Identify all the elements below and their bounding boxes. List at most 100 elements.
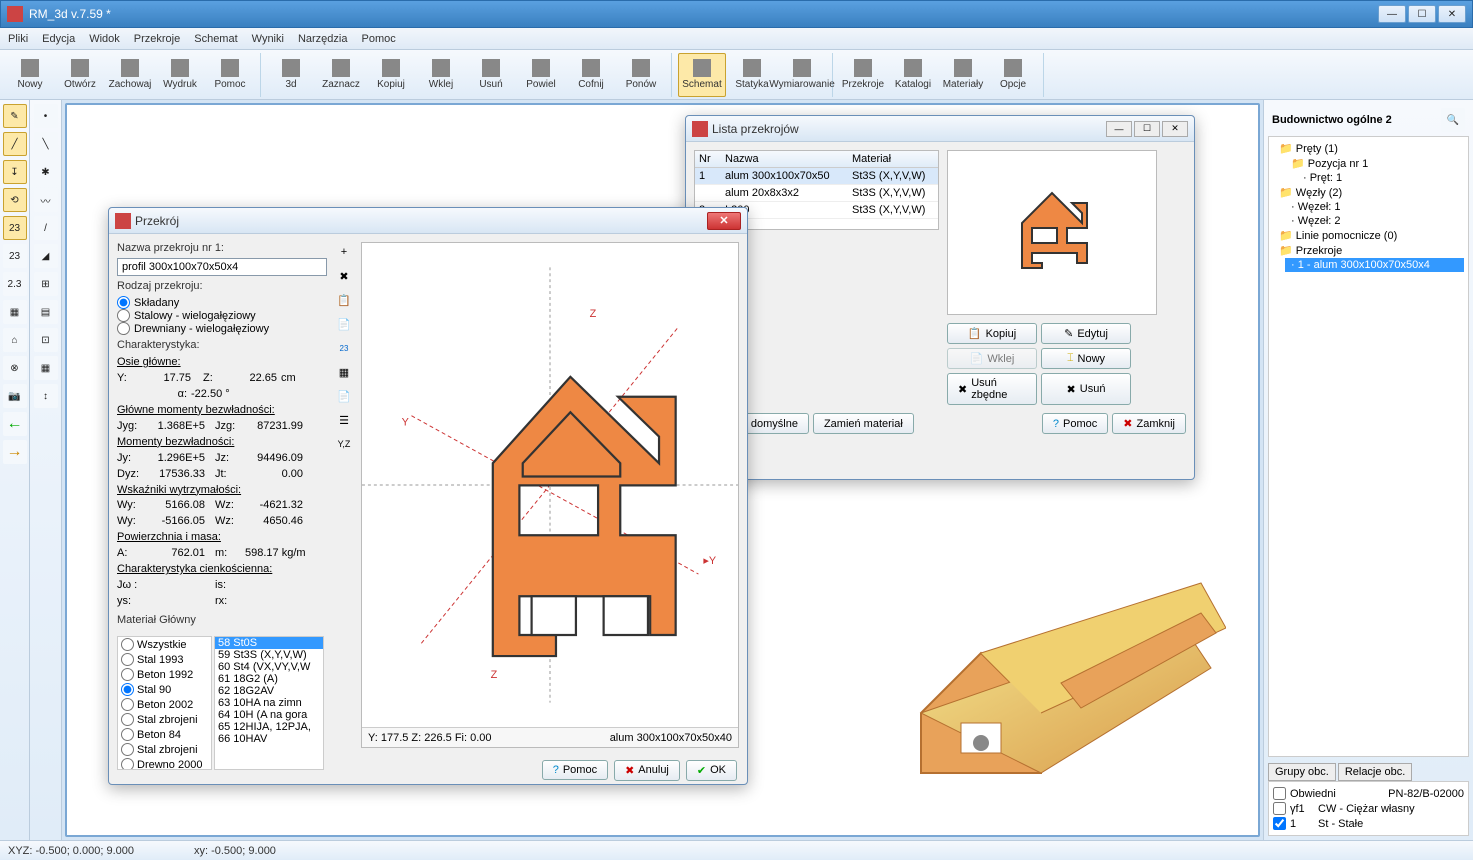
zamknij-button[interactable]: ✖Zamknij	[1112, 413, 1186, 434]
mat-item[interactable]: 61 18G2 (A)	[215, 673, 323, 685]
left2-tool-10[interactable]: ↕	[34, 384, 58, 408]
left2-tool-7[interactable]: ▤	[34, 300, 58, 324]
left2-tool-1[interactable]: ╲	[34, 132, 58, 156]
lista-maximize-button[interactable]: ☐	[1134, 121, 1160, 137]
tree-node[interactable]: · Węzeł: 2	[1285, 214, 1464, 228]
left-tool-7[interactable]: ▦	[3, 300, 27, 324]
mat-item[interactable]: 64 10H (A na gora	[215, 709, 323, 721]
tree-node[interactable]: 📁 Pozycja nr 1	[1285, 156, 1464, 171]
toolbar-cofnij[interactable]: Cofnij	[567, 53, 615, 97]
toolbar-zaznacz[interactable]: Zaznacz	[317, 53, 365, 97]
load-groups-list[interactable]: ObwiedniPN-82/B-02000 γf1CW - Ciężar wła…	[1268, 781, 1469, 836]
load-row[interactable]: γf1CW - Ciężar własny	[1273, 801, 1464, 816]
tab-relacje-obc[interactable]: Relacje obc.	[1338, 763, 1413, 781]
anuluj-button[interactable]: ✖Anuluj	[614, 760, 680, 781]
toolbar-otwórz[interactable]: Otwórz	[56, 53, 104, 97]
tab-grupy-obc[interactable]: Grupy obc.	[1268, 763, 1336, 781]
report-icon[interactable]: 📄	[334, 386, 354, 406]
toolbar-opcje[interactable]: Opcje	[989, 53, 1037, 97]
mat-category[interactable]: Wszystkie	[118, 637, 211, 652]
tree-node[interactable]: · 1 - alum 300x100x70x50x4	[1285, 258, 1464, 272]
menu-przekroje[interactable]: Przekroje	[134, 33, 180, 45]
menu-pliki[interactable]: Pliki	[8, 33, 28, 45]
obwiedni-check[interactable]	[1273, 787, 1286, 800]
tree-node[interactable]: 📁 Linie pomocnicze (0)	[1273, 228, 1464, 243]
toolbar-pomoc[interactable]: Pomoc	[206, 53, 254, 97]
tree-node[interactable]: · Węzeł: 1	[1285, 200, 1464, 214]
section-name-input[interactable]	[117, 258, 327, 276]
rodzaj-option[interactable]: Składany	[117, 296, 327, 309]
toolbar-powiel[interactable]: Powiel	[517, 53, 565, 97]
undo-icon[interactable]: ←	[3, 412, 27, 436]
left-tool-6[interactable]: 2.3	[3, 272, 27, 296]
mat-item[interactable]: 59 St3S (X,Y,V,W)	[215, 649, 323, 661]
usun-zbedne-button[interactable]: ✖Usuń zbędne	[947, 373, 1037, 405]
toolbar-nowy[interactable]: Nowy	[6, 53, 54, 97]
left2-tool-8[interactable]: ⊡	[34, 328, 58, 352]
axis-icon[interactable]: 23	[334, 338, 354, 358]
edytuj-button[interactable]: ✎Edytuj	[1041, 323, 1131, 344]
menu-schemat[interactable]: Schemat	[194, 33, 237, 45]
przekroj-pomoc-button[interactable]: ?Pomoc	[542, 760, 608, 780]
toolbar-kopiuj[interactable]: Kopiuj	[367, 53, 415, 97]
redo-icon[interactable]: →	[3, 440, 27, 464]
toolbar-3d[interactable]: 3d	[267, 53, 315, 97]
left2-tool-2[interactable]: ✱	[34, 160, 58, 184]
structure-tree[interactable]: 📁 Pręty (1)📁 Pozycja nr 1· Pręt: 1📁 Węzł…	[1268, 136, 1469, 757]
delete-icon[interactable]: ✖	[334, 266, 354, 286]
rodzaj-option[interactable]: Stalowy - wielogałęziowy	[117, 309, 327, 322]
left-tool-0[interactable]: ✎	[3, 104, 27, 128]
left2-tool-9[interactable]: ▦	[34, 356, 58, 380]
menu-pomoc[interactable]: Pomoc	[361, 33, 395, 45]
left2-tool-3[interactable]: 〰	[34, 188, 58, 212]
mat-item[interactable]: 60 St4 (VX,VY,V,W	[215, 661, 323, 673]
grid-icon[interactable]: ▦	[334, 362, 354, 382]
mat-category[interactable]: Stal 1993	[118, 652, 211, 667]
kopiuj-button[interactable]: 📋Kopiuj	[947, 323, 1037, 344]
tree-node[interactable]: · Pręt: 1	[1297, 171, 1464, 185]
toolbar-wymiarowanie[interactable]: Wymiarowanie	[778, 53, 826, 97]
left2-tool-6[interactable]: ⊞	[34, 272, 58, 296]
nowy-button[interactable]: ⌶Nowy	[1041, 348, 1131, 369]
left2-tool-4[interactable]: /	[34, 216, 58, 240]
maximize-button[interactable]: ☐	[1408, 5, 1436, 23]
lista-close-button[interactable]: ✕	[1162, 121, 1188, 137]
mat-category[interactable]: Beton 1992	[118, 667, 211, 682]
mat-category[interactable]: Stal zbrojeni	[118, 712, 211, 727]
toolbar-wklej[interactable]: Wklej	[417, 53, 465, 97]
material-list[interactable]: 58 St0S59 St3S (X,Y,V,W)60 St4 (VX,VY,V,…	[214, 636, 324, 770]
mat-category[interactable]: Beton 2002	[118, 697, 211, 712]
mat-category[interactable]: Beton 84	[118, 727, 211, 742]
left-tool-2[interactable]: ↧	[3, 160, 27, 184]
toolbar-wydruk[interactable]: Wydruk	[156, 53, 204, 97]
tree-node[interactable]: 📁 Węzły (2)	[1273, 185, 1464, 200]
mat-item[interactable]: 62 18G2AV	[215, 685, 323, 697]
section-preview[interactable]: Z Y ▸Y Z Y: 177.5 Z: 226.5 Fi: 0.00 alum…	[361, 242, 739, 748]
close-button[interactable]: ✕	[1438, 5, 1466, 23]
menu-wyniki[interactable]: Wyniki	[252, 33, 284, 45]
section-row[interactable]: 1alum 300x100x70x50St3S (X,Y,V,W)	[695, 168, 938, 185]
menu-edycja[interactable]: Edycja	[42, 33, 75, 45]
toolbar-katalogi[interactable]: Katalogi	[889, 53, 937, 97]
mat-item[interactable]: 66 10HAV	[215, 733, 323, 745]
left-tool-4[interactable]: 23	[3, 216, 27, 240]
usun-button[interactable]: ✖Usuń	[1041, 373, 1131, 405]
left-tool-1[interactable]: ╱	[3, 132, 27, 156]
mat-item[interactable]: 65 12HIJA, 12PJA,	[215, 721, 323, 733]
left2-tool-0[interactable]: •	[34, 104, 58, 128]
toolbar-materiały[interactable]: Materiały	[939, 53, 987, 97]
menu-widok[interactable]: Widok	[89, 33, 120, 45]
left-tool-9[interactable]: ⊗	[3, 356, 27, 380]
load-row[interactable]: 1St - Stałe	[1273, 816, 1464, 831]
mat-category[interactable]: Drewno 2000	[118, 757, 211, 770]
material-categories[interactable]: WszystkieStal 1993Beton 1992Stal 90Beton…	[117, 636, 212, 770]
yz-icon[interactable]: Y,Z	[334, 434, 354, 454]
menu-narzedzia[interactable]: Narzędzia	[298, 33, 348, 45]
lista-minimize-button[interactable]: —	[1106, 121, 1132, 137]
toolbar-ponów[interactable]: Ponów	[617, 53, 665, 97]
left-tool-10[interactable]: 📷	[3, 384, 27, 408]
wklej-button[interactable]: 📄Wklej	[947, 348, 1037, 369]
left-tool-3[interactable]: ⟲	[3, 188, 27, 212]
mat-category[interactable]: Stal zbrojeni	[118, 742, 211, 757]
zamien-material-button[interactable]: Zamień materiał	[813, 413, 914, 434]
